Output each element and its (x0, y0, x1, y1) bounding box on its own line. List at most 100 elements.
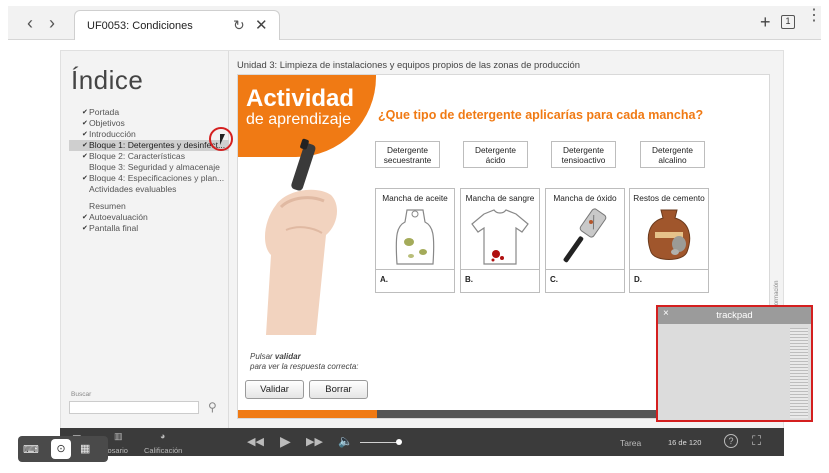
volume-slider[interactable] (360, 442, 398, 443)
index-item[interactable]: ✔ Portada (69, 107, 229, 118)
trackpad-title: trackpad (716, 310, 753, 321)
volume-icon[interactable]: 🔈 (338, 434, 353, 448)
close-tab-icon[interactable]: ✕ (255, 16, 268, 34)
check-icon: ✔ (82, 142, 88, 149)
clear-button[interactable]: Borrar (309, 380, 368, 399)
check-icon: ✔ (82, 214, 88, 221)
index-item[interactable]: ✔ Bloque 2: Características (69, 151, 229, 162)
trackpad-scroll-strip[interactable] (790, 328, 808, 418)
keyboard-icon[interactable]: ▦ (80, 442, 90, 455)
fullscreen-icon[interactable]: ⛶ (752, 433, 761, 449)
rewind-icon[interactable]: ◀◀ (247, 435, 264, 448)
question-text: ¿Que tipo de detergente aplicarías para … (378, 108, 704, 122)
index-item-label: Resumen (89, 201, 126, 211)
help-icon[interactable]: ? (724, 434, 738, 448)
reload-icon[interactable]: ↻ (233, 17, 245, 34)
detergent-option[interactable]: Detergente secuestrante (375, 141, 440, 168)
stain-letter: A. (380, 275, 388, 284)
index-item-label: Bloque 1: Detergentes y desinfect... (89, 140, 226, 150)
stain-image (635, 206, 703, 268)
stain-letter: C. (550, 275, 558, 284)
index-item-label: Objetivos (89, 118, 125, 128)
tab-title: UF0053: Condiciones (87, 20, 193, 32)
back-icon[interactable]: ‹ (22, 14, 38, 32)
trackpad-header[interactable]: × trackpad (658, 307, 811, 324)
hint-rest: para ver la respuesta correcta: (250, 362, 359, 371)
task-label: Tarea (620, 438, 642, 448)
index-item[interactable]: Bloque 3: Seguridad y almacenaje (69, 162, 229, 173)
detergent-line2: tensioactivo (561, 155, 606, 165)
index-item[interactable]: ✔ Introducción (69, 129, 229, 140)
play-icon[interactable]: ▶ (280, 433, 291, 450)
grade-label[interactable]: Calificación (144, 446, 182, 455)
search-label: Buscar (71, 391, 92, 398)
detergent-option[interactable]: Detergente alcalino (640, 141, 705, 168)
detergent-option[interactable]: Detergente tensioactivo (551, 141, 616, 168)
mouse-icon[interactable]: ⊙ (51, 439, 71, 459)
browser-toolbar: ‹ › UF0053: Condiciones ↻ ✕ + 1 ⋮ (8, 6, 822, 41)
index-item[interactable]: ✔ Autoevaluación (69, 212, 229, 223)
detergent-option[interactable]: Detergente ácido (463, 141, 528, 168)
stain-image (551, 206, 619, 268)
index-item[interactable]: ✔ Pantalla final (69, 223, 229, 234)
check-icon: ✔ (82, 120, 88, 127)
index-item[interactable]: Actividades evaluables (69, 184, 229, 195)
mouse-cursor-icon (220, 134, 230, 145)
detergent-line1: Detergente (386, 145, 429, 155)
stain-label: Mancha de aceite (382, 193, 448, 203)
stain-label: Mancha de óxido (553, 193, 617, 203)
glossary-icon[interactable]: ▥ (114, 431, 123, 442)
check-icon: ✔ (82, 131, 88, 138)
stain-label: Restos de cemento (633, 193, 705, 203)
new-tab-icon[interactable]: + (760, 12, 771, 33)
stain-card: Mancha de sangre B. (460, 188, 540, 293)
search-icon[interactable]: ⚲ (208, 400, 217, 414)
index-item-label: Bloque 2: Características (89, 151, 186, 161)
grade-icon[interactable]: ◕ (160, 431, 165, 441)
index-item-label: Bloque 4: Especificaciones y plan... (89, 173, 225, 183)
index-item[interactable]: ✔ Objetivos (69, 118, 229, 129)
fast-forward-icon[interactable]: ▶▶ (306, 435, 323, 448)
page-counter: 16 de 120 (668, 438, 702, 447)
input-mode-switcher: ⌨ ⊙ ▦ (18, 436, 108, 462)
course-player: Índice ✔ Portada ✔ Objetivos ✔ Introducción ✔ B… (60, 50, 813, 455)
answer-drop-slot[interactable]: D. (630, 269, 708, 293)
index-item[interactable]: Resumen (69, 201, 229, 212)
volume-slider-knob[interactable] (396, 439, 402, 445)
stain-letter: B. (465, 275, 473, 284)
search-input[interactable] (69, 401, 199, 414)
index-title: Índice (71, 65, 144, 95)
index-item-label: Pantalla final (89, 223, 139, 233)
stain-card: Mancha de óxido C. (545, 188, 625, 293)
detergent-line1: Detergente (651, 145, 694, 155)
stain-card: Restos de cemento D. (629, 188, 709, 293)
unit-title: Unidad 3: Limpieza de instalaciones y eq… (237, 59, 580, 70)
validate-button[interactable]: Validar (245, 380, 304, 399)
activity-subtitle: de aprendizaje (246, 111, 351, 128)
stain-label: Mancha de sangre (465, 193, 535, 203)
slide-progress-fill (238, 410, 377, 418)
gamepad-icon[interactable]: ⌨ (23, 443, 39, 456)
check-icon: ✔ (82, 109, 88, 116)
answer-drop-slot[interactable]: B. (461, 269, 539, 293)
stain-card: Mancha de aceite A. (375, 188, 455, 293)
tab-count-icon[interactable]: 1 (781, 15, 795, 29)
check-icon: ✔ (82, 225, 88, 232)
detergent-line2: ácido (485, 155, 506, 165)
detergent-line2: alcalino (658, 155, 687, 165)
stain-image (381, 206, 449, 268)
index-item[interactable]: ✔ Bloque 4: Especificaciones y plan... (69, 173, 229, 184)
screen: ‹ › UF0053: Condiciones ↻ ✕ + 1 ⋮ Índice… (0, 0, 829, 473)
answer-drop-slot[interactable]: A. (376, 269, 454, 293)
stain-letter: D. (634, 275, 642, 284)
index-item-label: Introducción (89, 129, 136, 139)
forward-icon[interactable]: › (44, 14, 60, 32)
browser-tab[interactable]: UF0053: Condiciones ↻ ✕ (74, 10, 280, 41)
detergent-line1: Detergente (562, 145, 605, 155)
hint-prefix: Pulsar (250, 352, 275, 361)
detergent-line2: secuestrante (383, 155, 432, 165)
menu-dots-icon[interactable]: ⋮ (806, 8, 822, 24)
trackpad-panel[interactable]: × trackpad (656, 305, 813, 422)
index-item[interactable]: ✔ Bloque 1: Detergentes y desinfect... (69, 140, 229, 151)
answer-drop-slot[interactable]: C. (546, 269, 624, 293)
